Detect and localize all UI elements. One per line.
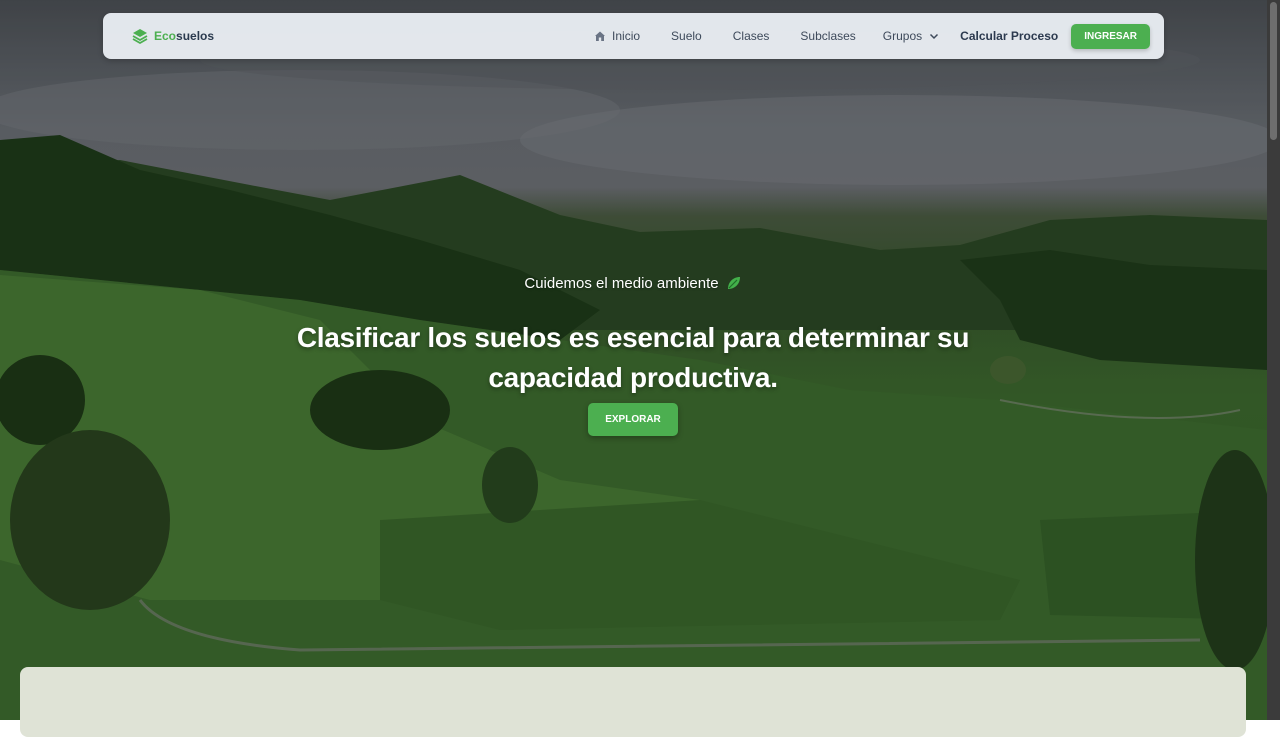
tagline-text: Cuidemos el medio ambiente: [524, 274, 719, 292]
nav-grupos-label: Grupos: [882, 29, 923, 43]
scrollbar[interactable]: [1267, 0, 1280, 720]
nav-inicio[interactable]: Inicio: [594, 29, 640, 43]
brand-name: Ecosuelos: [154, 29, 215, 43]
layers-icon: [131, 27, 149, 45]
nav-suelo[interactable]: Suelo: [671, 29, 702, 43]
nav-grupos-dropdown[interactable]: Grupos: [883, 29, 940, 43]
nav-calcular-proceso[interactable]: Calcular Proceso: [960, 29, 1058, 43]
explore-button[interactable]: EXPLORAR: [588, 403, 678, 436]
nav-inicio-label: Inicio: [612, 29, 641, 43]
chevron-down-icon: [928, 30, 940, 42]
brand-logo[interactable]: Ecosuelos: [131, 27, 214, 45]
scrollbar-thumb[interactable]: [1270, 2, 1277, 140]
hero-headline: Clasificar los suelos es esencial para d…: [296, 322, 970, 393]
home-icon: [594, 30, 606, 42]
top-navbar: Ecosuelos Inicio Suelo Clases Subclases …: [103, 13, 1164, 59]
login-button[interactable]: INGRESAR: [1071, 23, 1150, 49]
hero-tagline: Cuidemos el medio ambiente: [0, 274, 1267, 292]
nav-clases[interactable]: Clases: [733, 29, 770, 43]
leaf-icon: [725, 274, 743, 292]
nav-subclases[interactable]: Subclases: [800, 29, 855, 43]
nav-menu: Inicio Suelo Clases Subclases Grupos Cal…: [594, 23, 1150, 49]
content-card: [20, 667, 1246, 737]
